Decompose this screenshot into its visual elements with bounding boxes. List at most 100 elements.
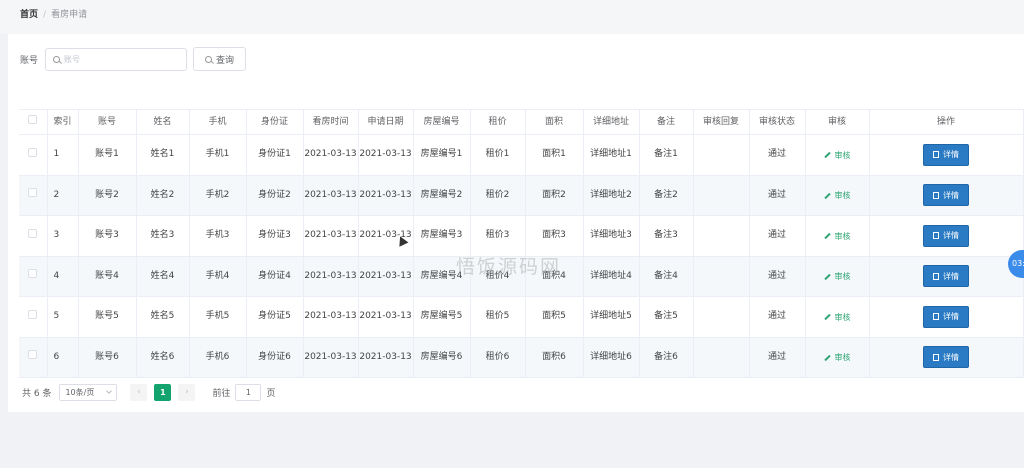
search-icon bbox=[205, 55, 212, 63]
row-name: 姓名1 bbox=[136, 134, 190, 176]
goto-page-input[interactable] bbox=[235, 383, 262, 401]
row-index: 5 bbox=[47, 296, 79, 338]
row-reply bbox=[693, 256, 750, 297]
row-rent: 租价5 bbox=[470, 296, 526, 338]
select-all-checkbox[interactable] bbox=[28, 115, 38, 124]
row-id-card: 身份证2 bbox=[246, 175, 304, 216]
row-house-no: 房屋编号3 bbox=[413, 215, 471, 257]
row-area: 面积6 bbox=[525, 337, 584, 378]
audit-link-label: 审核 bbox=[834, 150, 851, 160]
edit-icon bbox=[823, 354, 831, 361]
row-note: 备注4 bbox=[639, 256, 694, 297]
header-name: 姓名 bbox=[136, 109, 190, 135]
search-icon bbox=[53, 55, 61, 63]
row-house-no: 房屋编号2 bbox=[413, 175, 471, 216]
row-checkbox[interactable] bbox=[28, 188, 38, 198]
audit-link[interactable]: 审核 bbox=[823, 189, 851, 202]
row-name: 姓名6 bbox=[136, 337, 190, 378]
detail-button[interactable]: 详情 bbox=[923, 184, 969, 207]
detail-button-label: 详情 bbox=[943, 352, 959, 362]
breadcrumb-current: 看房申请 bbox=[51, 10, 88, 20]
page-number-current[interactable]: 1 bbox=[154, 383, 172, 401]
page-size-select[interactable]: 10条/页 bbox=[59, 383, 118, 401]
search-bar: 账号 查询 bbox=[20, 47, 247, 71]
row-checkbox[interactable] bbox=[28, 269, 38, 279]
breadcrumb-separator: / bbox=[43, 10, 47, 20]
row-action-cell: 详情 bbox=[869, 175, 1024, 216]
detail-button[interactable]: 详情 bbox=[923, 143, 969, 166]
header-view-time: 看房时间 bbox=[303, 109, 359, 135]
audit-link[interactable]: 审核 bbox=[823, 149, 851, 162]
prev-page-button[interactable]: ‹ bbox=[130, 383, 148, 401]
row-action-cell: 详情 bbox=[869, 337, 1024, 378]
account-search-field[interactable] bbox=[45, 47, 188, 71]
account-search-input[interactable] bbox=[64, 54, 175, 64]
detail-button-label: 详情 bbox=[943, 150, 959, 160]
row-status: 通过 bbox=[749, 337, 806, 378]
detail-button[interactable]: 详情 bbox=[923, 305, 969, 328]
detail-button[interactable]: 详情 bbox=[923, 346, 969, 369]
row-audit-cell: 审核 bbox=[805, 215, 870, 257]
header-address: 详细地址 bbox=[583, 109, 640, 135]
row-name: 姓名2 bbox=[136, 175, 190, 216]
row-checkbox[interactable] bbox=[28, 309, 38, 319]
row-audit-cell: 审核 bbox=[805, 296, 870, 338]
viewing-request-table: 索引 账号 姓名 手机 身份证 看房时间 申请日期 房屋编号 租价 面积 详细地… bbox=[19, 109, 1024, 378]
document-icon bbox=[933, 151, 939, 159]
breadcrumb-home[interactable]: 首页 bbox=[20, 10, 38, 20]
row-account: 账号5 bbox=[78, 296, 137, 338]
row-index: 2 bbox=[47, 175, 79, 216]
row-apply-date: 2021-03-13 bbox=[358, 296, 414, 338]
chevron-down-icon bbox=[106, 387, 113, 394]
row-index: 6 bbox=[47, 337, 79, 378]
row-account: 账号3 bbox=[78, 215, 137, 257]
audit-link[interactable]: 审核 bbox=[823, 311, 851, 324]
row-address: 详细地址4 bbox=[583, 256, 640, 297]
audit-link[interactable]: 审核 bbox=[823, 351, 851, 364]
row-audit-cell: 审核 bbox=[805, 256, 870, 297]
row-account: 账号6 bbox=[78, 337, 137, 378]
row-status: 通过 bbox=[749, 215, 806, 257]
row-select-cell bbox=[19, 296, 48, 338]
detail-button-label: 详情 bbox=[943, 231, 959, 241]
row-audit-cell: 审核 bbox=[805, 175, 870, 216]
header-note: 备注 bbox=[639, 109, 694, 135]
header-id-card: 身份证 bbox=[246, 109, 304, 135]
row-rent: 租价1 bbox=[470, 134, 526, 176]
row-phone: 手机6 bbox=[189, 337, 247, 378]
detail-button[interactable]: 详情 bbox=[923, 265, 969, 288]
header-area: 面积 bbox=[525, 109, 584, 135]
detail-button[interactable]: 详情 bbox=[923, 224, 969, 247]
audit-link[interactable]: 审核 bbox=[823, 270, 851, 283]
row-reply bbox=[693, 175, 750, 216]
next-page-button[interactable]: › bbox=[178, 383, 196, 401]
row-phone: 手机1 bbox=[189, 134, 247, 176]
row-index: 4 bbox=[47, 256, 79, 297]
row-index: 1 bbox=[47, 134, 79, 176]
row-action-cell: 详情 bbox=[869, 134, 1024, 176]
row-status: 通过 bbox=[749, 175, 806, 216]
document-icon bbox=[933, 353, 939, 361]
query-button[interactable]: 查询 bbox=[193, 47, 247, 71]
row-action-cell: 详情 bbox=[869, 256, 1024, 297]
row-rent: 租价3 bbox=[470, 215, 526, 257]
row-reply bbox=[693, 215, 750, 257]
search-label: 账号 bbox=[20, 55, 39, 66]
header-house-no: 房屋编号 bbox=[413, 109, 471, 135]
row-checkbox[interactable] bbox=[28, 147, 38, 157]
row-checkbox[interactable] bbox=[28, 350, 38, 360]
row-id-card: 身份证6 bbox=[246, 337, 304, 378]
row-account: 账号2 bbox=[78, 175, 137, 216]
header-reply: 审核回复 bbox=[693, 109, 750, 135]
header-rent: 租价 bbox=[470, 109, 526, 135]
audit-link-label: 审核 bbox=[834, 191, 851, 200]
audit-link[interactable]: 审核 bbox=[823, 230, 851, 243]
edit-icon bbox=[823, 313, 831, 321]
audit-link-label: 审核 bbox=[834, 312, 851, 322]
audit-link-label: 审核 bbox=[834, 353, 851, 362]
row-checkbox[interactable] bbox=[28, 228, 38, 238]
row-address: 详细地址1 bbox=[583, 134, 640, 176]
edit-icon bbox=[823, 232, 831, 240]
row-address: 详细地址6 bbox=[583, 337, 640, 378]
row-name: 姓名5 bbox=[136, 296, 190, 338]
